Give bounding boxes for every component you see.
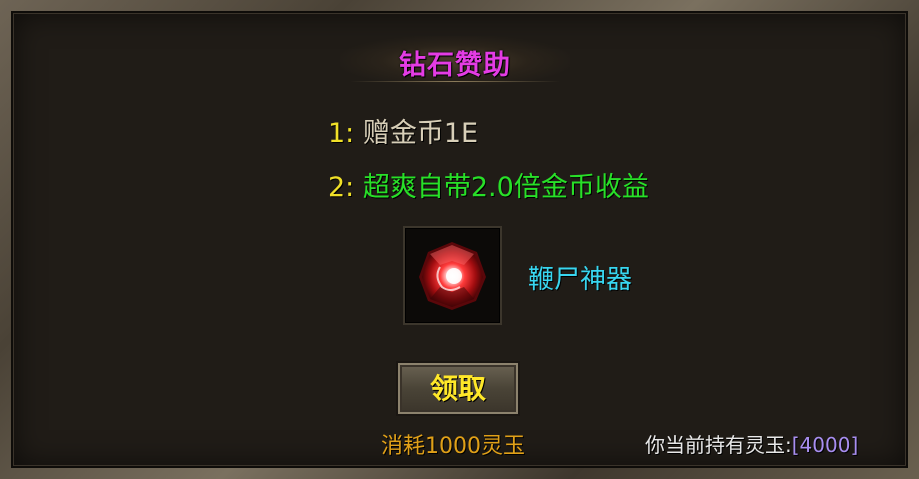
holding-balance: 你当前持有灵玉:[4000] [645,429,858,458]
item-slot[interactable] [403,226,502,325]
holding-value: [4000] [791,433,859,457]
red-gem-icon [419,242,486,310]
claim-button[interactable]: 领取 [396,361,520,416]
reward-line-1: 1: 赠金币1E [328,111,478,150]
cost-text: 消耗1000灵玉 [381,434,525,459]
reward-index: 2: [328,172,355,203]
reward-line-2: 2: 超爽自带2.0倍金币收益 [328,165,649,204]
reward-index: 1: [328,118,355,149]
panel-title: 钻石赞助 [399,50,511,81]
item-name: 鞭尸神器 [528,265,633,295]
reward-text: 赠金币1E [362,118,479,149]
reward-text: 超爽自带2.0倍金币收益 [362,172,649,203]
holding-label: 你当前持有灵玉: [645,433,792,457]
